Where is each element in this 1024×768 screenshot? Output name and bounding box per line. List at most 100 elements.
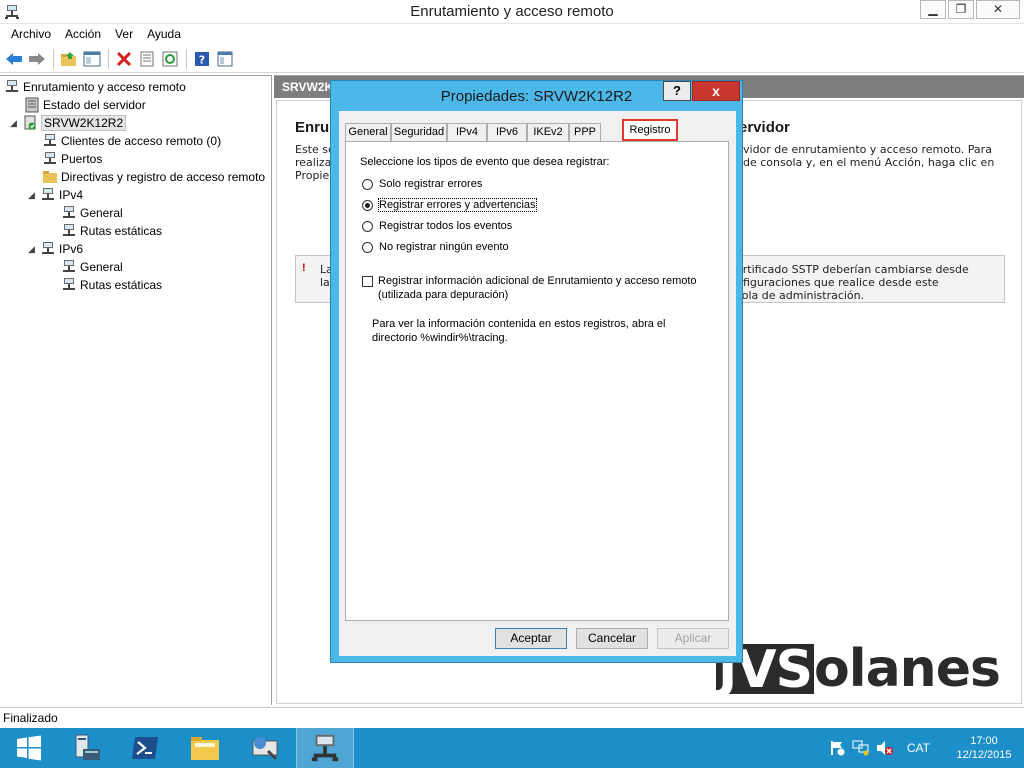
tree-item-server-status[interactable]: Estado del servidor [24, 96, 146, 114]
forward-button[interactable] [26, 48, 48, 70]
status-bar: Finalizado [0, 707, 1024, 727]
tree-item-server[interactable]: ◢ SRVW2K12R2 [10, 114, 127, 132]
tree-item-ipv6-routes[interactable]: Rutas estáticas [61, 276, 162, 294]
network-icon [42, 242, 54, 254]
debug-logging-label-1: Registrar información adicional de Enrut… [378, 275, 697, 287]
properties-icon [140, 51, 154, 66]
ok-button[interactable]: Aceptar [495, 628, 567, 649]
server-manager-icon [75, 734, 100, 760]
network-icon [44, 134, 56, 146]
tree-item-label: Directivas y registro de acceso remoto [61, 170, 266, 184]
cancel-button[interactable]: Cancelar [576, 628, 648, 649]
apply-button[interactable]: Aplicar [657, 628, 729, 649]
collapse-icon[interactable]: ◢ [28, 244, 40, 255]
radio-button[interactable] [362, 178, 373, 190]
tree-item-policies[interactable]: Directivas y registro de acceso remoto [42, 168, 265, 186]
network-icon [63, 260, 75, 272]
up-folder-button[interactable] [58, 48, 80, 70]
network-tray-icon[interactable] [852, 739, 870, 757]
menu-ayuda[interactable]: Ayuda [140, 24, 188, 44]
network-icon [63, 206, 75, 218]
show-hide-tree-button[interactable] [81, 48, 103, 70]
folder-icon [43, 171, 57, 183]
tab-ipv6[interactable]: IPv6 [487, 123, 527, 141]
tab-ipv4[interactable]: IPv4 [447, 123, 487, 141]
tree-item-label: Estado del servidor [43, 98, 146, 112]
tab-general[interactable]: General [345, 123, 391, 141]
window-title: Enrutamiento y acceso remoto [410, 3, 614, 20]
menu-archivo[interactable]: Archivo [4, 24, 58, 44]
debug-logging-checkbox[interactable] [362, 276, 373, 287]
radio-errors-warnings[interactable]: Registrar errores y advertencias [362, 198, 537, 212]
tab-seguridad[interactable]: Seguridad [391, 123, 447, 141]
flag-icon [830, 741, 845, 756]
view-button[interactable] [214, 48, 236, 70]
refresh-icon [162, 51, 178, 66]
restore-button[interactable]: ❐ [948, 0, 974, 19]
details-text-right-2: de consola y, en el menú Acción, haga cl… [743, 156, 995, 169]
radio-button[interactable] [362, 241, 373, 253]
tracing-info-line-2: directorio %windir%\tracing. [372, 332, 508, 344]
taskbar-server-manager[interactable] [58, 728, 116, 768]
tab-registro[interactable]: Registro [622, 119, 678, 141]
tree-item-ipv4[interactable]: ◢ IPv4 [28, 186, 83, 204]
collapse-icon[interactable]: ◢ [10, 118, 22, 129]
menu-bar: Archivo Acción Ver Ayuda [0, 24, 1024, 44]
start-button[interactable] [0, 728, 58, 768]
properties-button[interactable] [136, 48, 158, 70]
radio-all-events[interactable]: Registrar todos los eventos [362, 219, 512, 233]
menu-ver[interactable]: Ver [108, 24, 140, 44]
show-hide-tree-icon [83, 51, 101, 66]
help-button[interactable]: ? [191, 48, 213, 70]
tree-item-root[interactable]: Enrutamiento y acceso remoto [4, 78, 186, 96]
dialog-client-area: General Seguridad IPv4 IPv6 IKEv2 PPP Re… [339, 111, 736, 656]
radio-button[interactable] [362, 220, 373, 232]
toolbar: ? [0, 45, 1024, 73]
properties-dialog: Propiedades: SRVW2K12R2 ? x General Segu… [330, 80, 743, 663]
clock-date: 12/12/2015 [956, 749, 1012, 761]
input-language[interactable]: CAT [907, 741, 930, 755]
delete-button[interactable] [113, 48, 135, 70]
routing-icon [6, 80, 18, 92]
refresh-button[interactable] [159, 48, 181, 70]
tree-item-ports[interactable]: Puertos [42, 150, 102, 168]
speaker-muted-icon [876, 741, 893, 755]
help-icon: ? [195, 51, 209, 66]
warning-text-right-3: sola de administración. [736, 289, 865, 302]
tree-item-ipv4-routes[interactable]: Rutas estáticas [61, 222, 162, 240]
dialog-help-button[interactable]: ? [663, 81, 691, 101]
tree-item-ipv6-general[interactable]: General [61, 258, 123, 276]
taskbar-network-settings[interactable] [236, 728, 294, 768]
details-text-left-3: Propie [295, 169, 330, 182]
dialog-close-button[interactable]: x [692, 81, 740, 101]
volume-tray-icon[interactable] [876, 739, 894, 757]
radio-button-selected[interactable] [362, 199, 373, 211]
radio-dot [365, 202, 370, 208]
taskbar-file-explorer[interactable] [176, 728, 234, 768]
back-button[interactable] [3, 48, 25, 70]
action-center-icon[interactable] [828, 739, 846, 757]
tree-item-clients[interactable]: Clientes de acceso remoto (0) [42, 132, 221, 150]
radio-errors-only[interactable]: Solo registrar errores [362, 177, 482, 191]
minimize-button[interactable]: ▁ [920, 0, 946, 19]
tree-item-label: Puertos [61, 152, 103, 166]
radio-no-events[interactable]: No registrar ningún evento [362, 240, 509, 254]
clock[interactable]: 17:00 12/12/2015 [944, 734, 1024, 762]
tree-item-label: Enrutamiento y acceso remoto [23, 80, 186, 94]
close-window-button[interactable]: ✕ [976, 0, 1020, 19]
details-text-left-2: realiza [295, 156, 332, 169]
tab-ikev2[interactable]: IKEv2 [527, 123, 569, 141]
tree-item-ipv6[interactable]: ◢ IPv6 [28, 240, 83, 258]
network-settings-icon [252, 737, 278, 761]
taskbar-routing-remote-access[interactable] [296, 728, 354, 768]
console-tree: Enrutamiento y acceso remoto Estado del … [0, 75, 272, 705]
tab-ppp[interactable]: PPP [569, 123, 601, 141]
radio-label: Registrar errores y advertencias [378, 198, 537, 212]
taskbar-powershell[interactable] [116, 728, 174, 768]
collapse-icon[interactable]: ◢ [28, 190, 40, 201]
warning-text-right-2: nfiguraciones que realice desde este [736, 276, 939, 289]
tree-item-ipv4-general[interactable]: General [61, 204, 123, 222]
windows-logo-icon [17, 735, 41, 761]
tracing-info-line-1: Para ver la información contenida en est… [372, 318, 666, 330]
menu-accion[interactable]: Acción [58, 24, 108, 44]
